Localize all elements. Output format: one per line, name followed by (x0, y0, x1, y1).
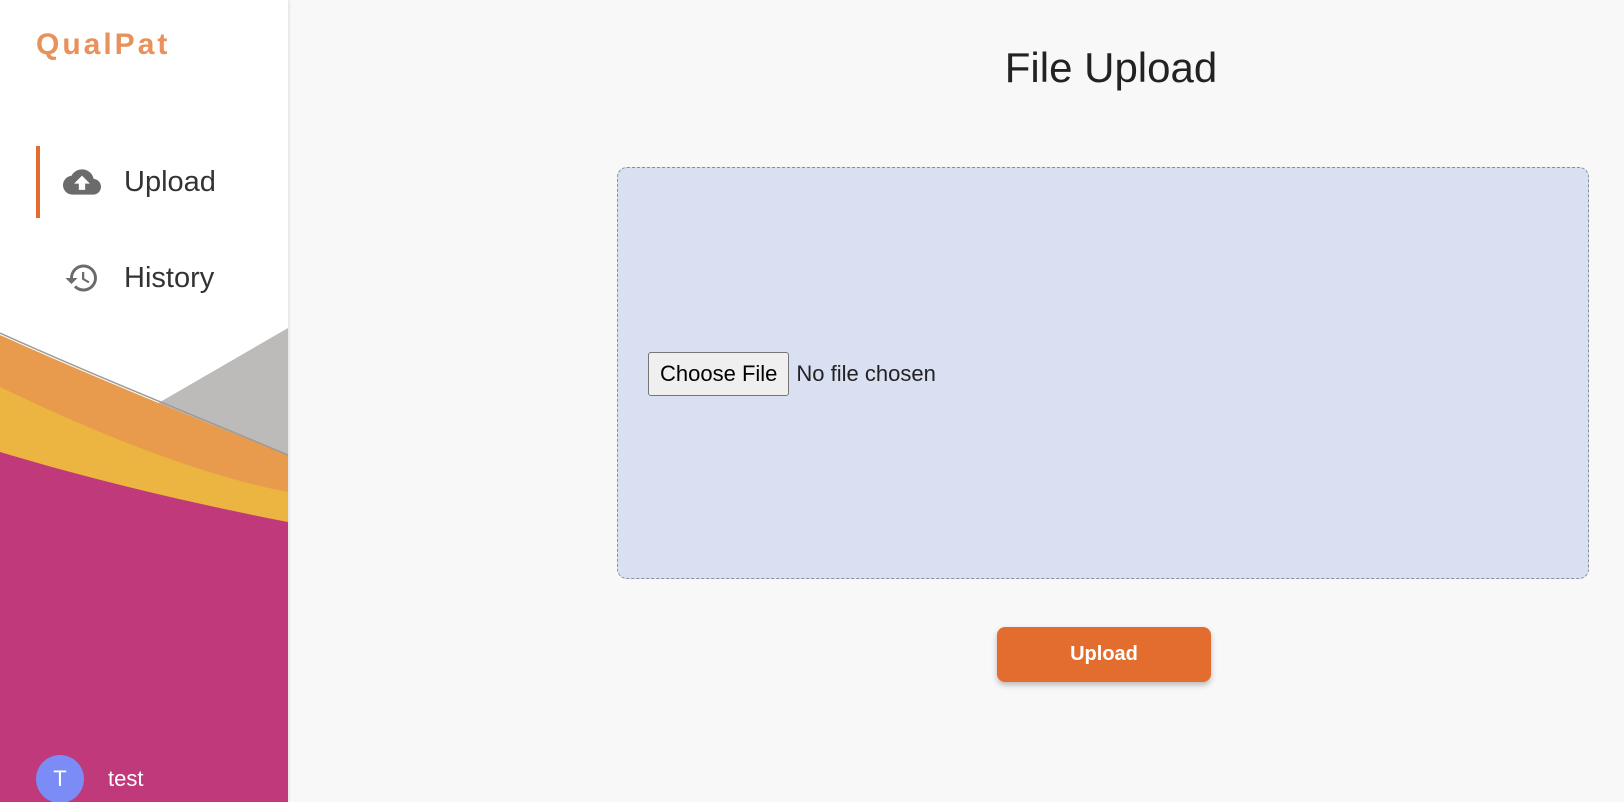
sidebar-wave-decoration (0, 328, 288, 802)
sidebar-item-label: Upload (124, 165, 216, 198)
user-profile[interactable]: T test (36, 755, 143, 802)
brand-logo[interactable]: QualPat (36, 28, 170, 62)
file-input[interactable]: Choose File No file chosen (648, 352, 936, 396)
sidebar-item-label: History (124, 261, 215, 294)
cloud-upload-icon (62, 162, 102, 202)
file-dropzone[interactable]: Choose File No file chosen (617, 167, 1589, 579)
upload-button[interactable]: Upload (997, 627, 1211, 682)
sidebar-item-upload[interactable]: Upload (36, 146, 276, 218)
choose-file-button[interactable]: Choose File (648, 352, 790, 396)
app-root: QualPat Upload History T test File Uploa… (0, 0, 1624, 802)
sidebar-item-history[interactable]: History (36, 242, 276, 314)
avatar: T (36, 755, 84, 802)
history-icon (62, 258, 102, 298)
sidebar: QualPat Upload History T test (0, 0, 288, 802)
file-status-text: No file chosen (796, 361, 936, 386)
username: test (108, 766, 144, 791)
page-title: File Upload (1004, 44, 1218, 91)
